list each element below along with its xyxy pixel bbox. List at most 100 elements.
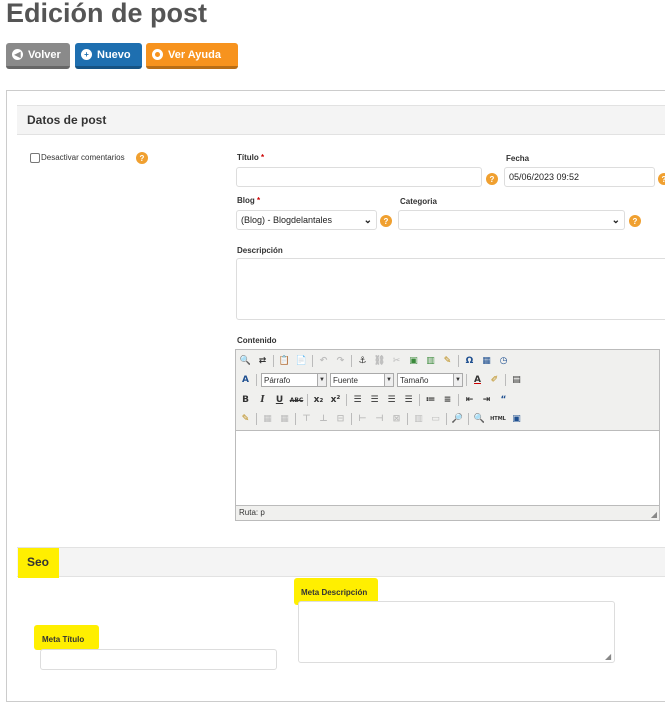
table-icon[interactable]: ▦ <box>261 413 274 426</box>
replace-icon[interactable]: ⇄ <box>256 355 269 368</box>
delete-col-icon[interactable]: ⊠ <box>390 413 403 426</box>
html-icon[interactable]: HTML <box>490 413 506 426</box>
help-button[interactable]: Ver Ayuda <box>146 43 238 69</box>
titulo-label-text: Título <box>237 153 259 162</box>
editor-toolbar-row-4: ✎ ▦ ▦ ⊤ ⊥ ⊟ ⊢ ⊣ ⊠ ▥ ▭ 🔎 🔍 HTML ▣ <box>239 410 527 428</box>
paragraph-select[interactable]: Párrafo ▼ <box>261 373 327 387</box>
help-icon[interactable]: ? <box>658 173 665 185</box>
bold-icon[interactable]: B <box>239 394 252 407</box>
back-button[interactable]: ◀ Volver <box>6 43 70 69</box>
align-right-icon[interactable]: ☰ <box>385 394 398 407</box>
blog-select[interactable]: (Blog) - Blogdelantales ⌄ <box>236 210 377 230</box>
titulo-input[interactable] <box>236 167 482 187</box>
required-mark: * <box>261 153 265 162</box>
cleanup-icon[interactable]: ✎ <box>441 355 454 368</box>
toolbar-separator <box>273 355 274 367</box>
chevron-down-icon: ▼ <box>317 374 326 386</box>
descripcion-textarea[interactable] <box>236 258 665 320</box>
paste-text-icon[interactable]: 📋 <box>278 355 291 368</box>
fullscreen-icon[interactable]: ▣ <box>510 413 523 426</box>
toolbar-separator <box>351 413 352 425</box>
disable-comments-label: Desactivar comentarios <box>41 153 125 162</box>
meta-title-label: Meta Título <box>42 635 85 644</box>
chevron-down-icon: ⌄ <box>363 214 372 226</box>
styles-icon[interactable]: A <box>239 374 252 387</box>
link-icon[interactable]: ⛓ <box>373 355 386 368</box>
editor-content-area[interactable] <box>236 430 659 506</box>
split-cells-icon[interactable]: ▥ <box>412 413 425 426</box>
meta-description-textarea[interactable] <box>298 601 615 663</box>
delete-row-icon[interactable]: ⊟ <box>334 413 347 426</box>
superscript-icon[interactable]: x² <box>329 394 342 407</box>
unlink-icon[interactable]: ✂ <box>390 355 403 368</box>
help-icon[interactable]: ? <box>136 152 148 164</box>
col-after-icon[interactable]: ⊣ <box>373 413 386 426</box>
toolbar-separator <box>458 355 459 367</box>
align-center-icon[interactable]: ☰ <box>368 394 381 407</box>
resize-handle-icon[interactable]: ◢ <box>651 510 657 519</box>
paste-word-icon[interactable]: 📄 <box>295 355 308 368</box>
disable-comments-checkbox[interactable] <box>30 153 40 163</box>
editor-toolbar-row-3: B I U ABC x₂ x² ☰ ☰ ☰ ☰ ≔ ≡ ⇤ ⇥ “ <box>239 391 514 409</box>
new-button[interactable]: + Nuevo <box>75 43 142 69</box>
find-icon[interactable]: 🔍 <box>239 355 252 368</box>
special-char-icon[interactable]: Ω <box>463 355 476 368</box>
size-select-value: Tamaño <box>400 375 429 385</box>
help-editor-icon[interactable]: 🔍 <box>473 413 486 426</box>
numbered-list-icon[interactable]: ≡ <box>441 394 454 407</box>
time-icon[interactable]: ◷ <box>497 355 510 368</box>
bullet-list-icon[interactable]: ≔ <box>424 394 437 407</box>
help-button-label: Ver Ayuda <box>168 48 221 61</box>
toolbar-separator <box>419 394 420 406</box>
text-color-icon[interactable]: A <box>471 374 484 387</box>
toolbar-separator <box>307 394 308 406</box>
edit-css-icon[interactable]: ✎ <box>239 413 252 426</box>
font-select[interactable]: Fuente ▼ <box>330 373 394 387</box>
anchor-icon[interactable]: ⚓ <box>356 355 369 368</box>
table-props-icon[interactable]: ▦ <box>278 413 291 426</box>
outdent-icon[interactable]: ⇤ <box>463 394 476 407</box>
redo-icon[interactable]: ↷ <box>334 355 347 368</box>
seo-section-title: Seo <box>27 555 50 569</box>
help-icon[interactable]: ? <box>629 215 641 227</box>
categoria-select[interactable]: ⌄ <box>398 210 625 230</box>
indent-icon[interactable]: ⇥ <box>480 394 493 407</box>
blog-label-text: Blog <box>237 196 255 205</box>
image-icon[interactable]: ▣ <box>407 355 420 368</box>
toolbar-separator <box>407 413 408 425</box>
undo-icon[interactable]: ↶ <box>317 355 330 368</box>
preview-icon[interactable]: 🔎 <box>451 413 464 426</box>
page-title: Edición de post <box>6 0 208 28</box>
chevron-down-icon: ▼ <box>453 374 462 386</box>
row-after-icon[interactable]: ⊥ <box>317 413 330 426</box>
row-before-icon[interactable]: ⊤ <box>300 413 313 426</box>
date-icon[interactable]: ▦ <box>480 355 493 368</box>
fecha-label: Fecha <box>506 154 530 163</box>
toolbar-separator <box>346 394 347 406</box>
align-left-icon[interactable]: ☰ <box>351 394 364 407</box>
italic-icon[interactable]: I <box>256 394 269 407</box>
bg-color-icon[interactable]: ✐ <box>488 374 501 387</box>
col-before-icon[interactable]: ⊢ <box>356 413 369 426</box>
underline-icon[interactable]: U <box>273 394 286 407</box>
merge-cells-icon[interactable]: ▭ <box>429 413 442 426</box>
toolbar-separator <box>312 355 313 367</box>
fecha-input[interactable]: 05/06/2023 09:52 <box>504 167 655 187</box>
meta-description-label: Meta Descripción <box>301 588 368 597</box>
size-select[interactable]: Tamaño ▼ <box>397 373 463 387</box>
template-icon[interactable]: ▤ <box>510 374 523 387</box>
rich-text-editor: 🔍 ⇄ 📋 📄 ↶ ↷ ⚓ ⛓ ✂ ▣ ▥ ✎ Ω ▦ ◷ A Párrafo … <box>235 349 660 521</box>
help-icon[interactable]: ? <box>486 173 498 185</box>
help-icon[interactable]: ? <box>380 215 392 227</box>
subscript-icon[interactable]: x₂ <box>312 394 325 407</box>
toolbar-separator <box>256 374 257 386</box>
media-icon[interactable]: ▥ <box>424 355 437 368</box>
align-justify-icon[interactable]: ☰ <box>402 394 415 407</box>
toolbar-separator <box>446 413 447 425</box>
resize-handle-icon[interactable]: ◢ <box>605 652 611 661</box>
meta-title-input[interactable] <box>40 649 277 670</box>
strikethrough-icon[interactable]: ABC <box>290 394 304 407</box>
contenido-label: Contenido <box>237 336 277 345</box>
blockquote-icon[interactable]: “ <box>497 394 510 407</box>
font-select-value: Fuente <box>333 375 358 385</box>
